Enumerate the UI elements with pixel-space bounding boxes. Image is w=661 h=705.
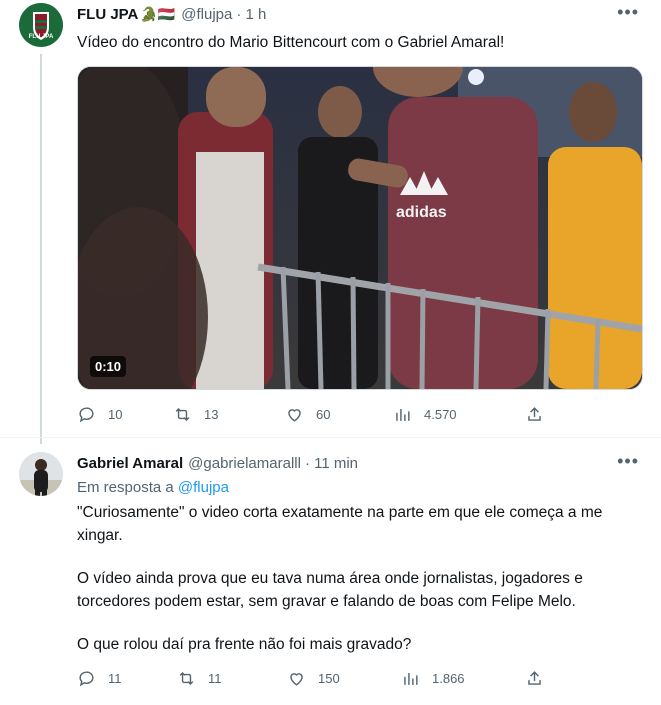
more-horizontal-icon: ••• — [617, 2, 639, 22]
video-player[interactable]: adidas 0:10 — [77, 66, 643, 390]
more-options-button[interactable]: ••• — [617, 451, 639, 472]
avatar-flujpa[interactable]: FLU JPA — [19, 3, 63, 47]
tweet-text: Vídeo do encontro do Mario Bittencourt c… — [77, 34, 505, 51]
tweet-gabrielamaral[interactable]: Gabriel Amaral @gabrielamaralll · 11 min… — [0, 438, 661, 705]
tweet-paragraph-3: O que rolou daí pra frente não foi mais … — [77, 636, 412, 653]
views-count: 1.866 — [432, 671, 465, 686]
shirt-text: adidas — [396, 204, 447, 221]
user-handle[interactable]: @gabrielamaralll — [188, 455, 301, 472]
more-options-button[interactable]: ••• — [617, 2, 639, 23]
profile-photo — [19, 452, 63, 496]
tweet-actions: 11 11 150 1.866 — [77, 669, 544, 688]
tweet-header: Gabriel Amaral @gabrielamaralll · 11 min — [77, 455, 358, 472]
share-icon — [528, 671, 541, 685]
reply-count: 10 — [108, 407, 123, 422]
reply-icon — [79, 407, 94, 423]
views-count: 4.570 — [424, 407, 457, 422]
flu-crest-icon — [19, 3, 63, 47]
retweet-button[interactable]: 13 — [173, 405, 285, 424]
share-button[interactable] — [525, 405, 544, 424]
avatar-text: FLU JPA — [28, 34, 54, 40]
tweet-header: FLU JPA 🐊🇭🇺 @flujpa · 1 h — [77, 6, 266, 23]
reply-count: 11 — [108, 671, 122, 686]
tweet-paragraph-1: "Curiosamente" o video corta exatamente … — [77, 504, 603, 544]
reply-context: Em resposta a @flujpa — [77, 476, 229, 499]
views-chart-icon — [396, 408, 410, 421]
like-button[interactable]: 60 — [285, 405, 393, 424]
share-icon — [528, 407, 541, 421]
reply-icon — [79, 671, 94, 687]
heart-icon — [290, 673, 303, 686]
tweet-paragraph-2: O vídeo ainda prova que eu tava numa áre… — [77, 570, 583, 610]
emoji-badges: 🐊🇭🇺 — [140, 6, 176, 22]
more-horizontal-icon: ••• — [617, 451, 639, 471]
display-name[interactable]: FLU JPA — [77, 6, 138, 23]
views-button[interactable]: 1.866 — [401, 669, 525, 688]
retweet-icon — [175, 407, 190, 422]
views-button[interactable]: 4.570 — [393, 405, 525, 424]
reply-button[interactable]: 10 — [77, 405, 173, 424]
reply-to-link[interactable]: @flujpa — [178, 479, 229, 496]
views-chart-icon — [404, 672, 418, 685]
reply-prefix: Em resposta a — [77, 479, 174, 496]
tweet-flujpa[interactable]: FLU JPA FLU JPA 🐊🇭🇺 @flujpa · 1 h ••• Ví… — [0, 0, 661, 444]
reply-button[interactable]: 11 — [77, 669, 177, 688]
retweet-count: 11 — [208, 671, 222, 686]
like-count: 60 — [316, 407, 331, 422]
tweet-actions: 10 13 60 4.570 — [77, 405, 544, 424]
share-button[interactable] — [525, 669, 544, 688]
avatar-gabrielamaral[interactable] — [19, 452, 63, 496]
display-name[interactable]: Gabriel Amaral — [77, 455, 183, 472]
retweet-count: 13 — [204, 407, 219, 422]
user-handle[interactable]: @flujpa — [181, 6, 232, 23]
retweet-button[interactable]: 11 — [177, 669, 287, 688]
thread-line — [40, 54, 42, 444]
video-thumbnail: adidas — [78, 67, 642, 389]
video-duration-badge: 0:10 — [90, 356, 127, 377]
like-button[interactable]: 150 — [287, 669, 401, 688]
timestamp[interactable]: · 1 h — [236, 6, 266, 23]
retweet-icon — [179, 671, 194, 686]
heart-icon — [288, 409, 301, 422]
like-count: 150 — [318, 671, 340, 686]
timestamp[interactable]: · 11 min — [305, 455, 358, 472]
